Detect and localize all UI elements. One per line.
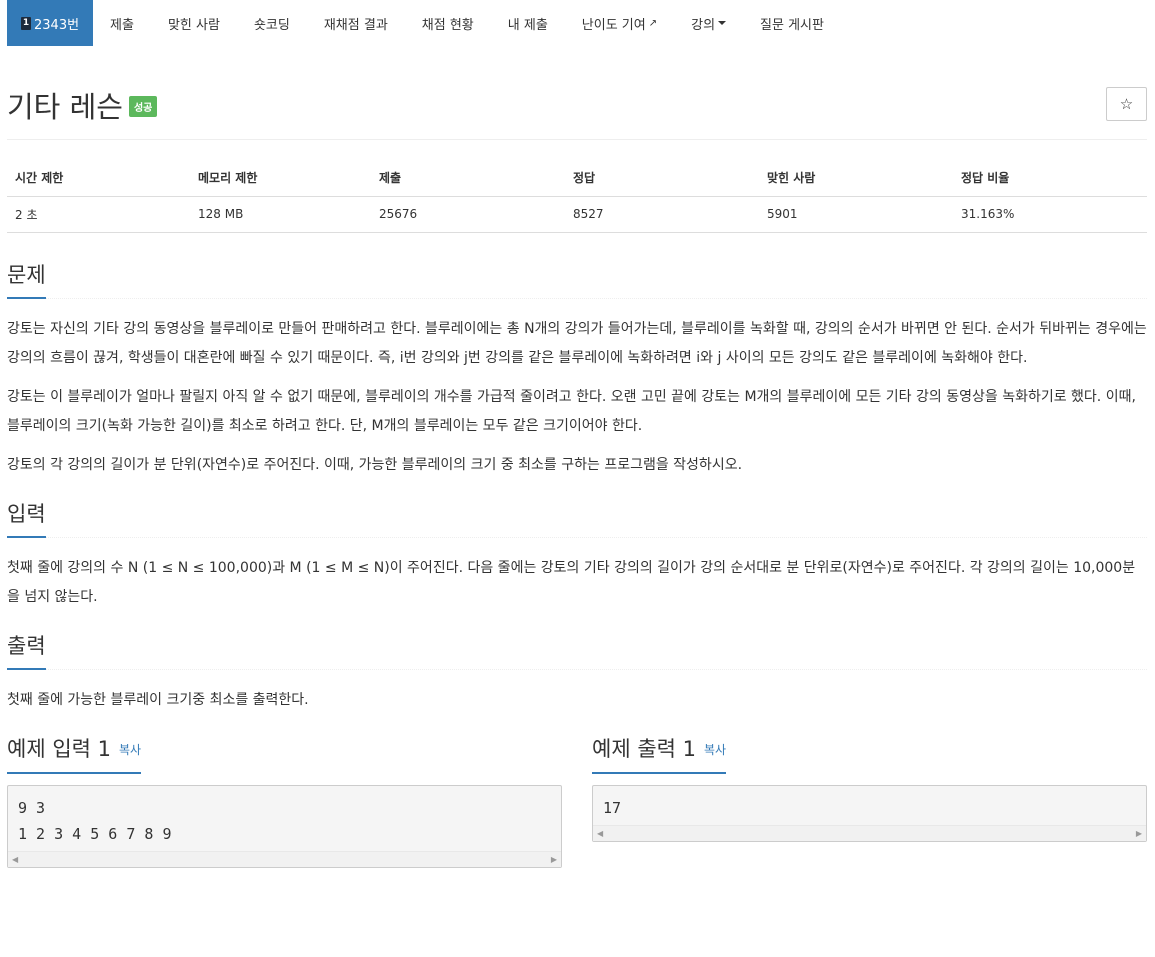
horizontal-scrollbar[interactable]: ◀ ▶ bbox=[593, 824, 1146, 841]
header-submissions: 제출 bbox=[371, 160, 565, 197]
submissions-value: 25676 bbox=[371, 196, 565, 233]
tab-status[interactable]: 채점 현황 bbox=[405, 0, 491, 46]
problem-section-header: 문제 bbox=[7, 255, 1147, 299]
ratio-value: 31.163% bbox=[953, 196, 1147, 233]
tier-icon: 1 bbox=[21, 16, 31, 30]
tab-shortcoding-label: 숏코딩 bbox=[253, 17, 290, 33]
external-link-icon: ↗ bbox=[648, 17, 658, 29]
input-description: 첫째 줄에 강의의 수 N (1 ≤ N ≤ 100,000)과 M (1 ≤ … bbox=[7, 559, 1136, 605]
accepted-value: 8527 bbox=[565, 196, 759, 233]
table-header-row: 시간 제한 메모리 제한 제출 정답 맞힌 사람 정답 비율 bbox=[7, 160, 1147, 197]
sample-output-box: 17 ◀ ▶ bbox=[592, 784, 1147, 842]
title-row: 기타 레슨 성공 ☆ bbox=[7, 46, 1147, 140]
sample-output-code: 17 bbox=[603, 798, 622, 817]
memory-limit-value: 128 MB bbox=[190, 196, 371, 233]
tab-difficulty-label: 난이도 기여 bbox=[581, 17, 646, 33]
copy-input-button[interactable]: 복사 bbox=[119, 743, 141, 757]
sample-output-heading: 예제 출력 1 복사 bbox=[592, 735, 727, 774]
status-badge: 성공 bbox=[128, 96, 158, 117]
input-section-header: 입력 bbox=[7, 494, 1147, 538]
solvers-value: 5901 bbox=[759, 196, 953, 233]
tab-lectures[interactable]: 강의 bbox=[674, 0, 743, 46]
scroll-right-icon[interactable]: ▶ bbox=[551, 855, 557, 864]
sample-output: 예제 출력 1 복사 17 ◀ ▶ bbox=[592, 729, 1147, 868]
scroll-left-icon[interactable]: ◀ bbox=[12, 855, 18, 864]
sample-output-header: 예제 출력 1 복사 bbox=[592, 729, 1147, 774]
time-limit-value: 2 초 bbox=[7, 196, 190, 233]
tab-solvers-label: 맞힌 사람 bbox=[167, 17, 220, 33]
sample-input-box: 9 3 1 2 3 4 5 6 7 8 9 ◀ ▶ bbox=[7, 784, 562, 868]
problem-paragraph: 강토는 자신의 기타 강의 동영상을 블루레이로 만들어 판매하려고 한다. 블… bbox=[7, 320, 1147, 366]
sample-input: 예제 입력 1 복사 9 3 1 2 3 4 5 6 7 8 9 ◀ ▶ bbox=[7, 729, 562, 868]
sample-input-title: 예제 입력 1 bbox=[7, 736, 111, 761]
header-memory-limit: 메모리 제한 bbox=[190, 160, 371, 197]
sample-input-heading: 예제 입력 1 복사 bbox=[7, 735, 142, 774]
copy-output-button[interactable]: 복사 bbox=[704, 743, 726, 757]
tab-board-label: 질문 게시판 bbox=[760, 17, 824, 33]
page-title: 기타 레슨 성공 bbox=[7, 84, 158, 126]
output-section-header: 출력 bbox=[7, 626, 1147, 670]
problem-info-table: 시간 제한 메모리 제한 제출 정답 맞힌 사람 정답 비율 2 초 128 M… bbox=[7, 160, 1147, 233]
header-accepted: 정답 bbox=[565, 160, 759, 197]
header-time-limit: 시간 제한 bbox=[7, 160, 190, 197]
tab-submit[interactable]: 제출 bbox=[93, 0, 151, 46]
output-heading: 출력 bbox=[7, 632, 46, 670]
tab-status-label: 채점 현황 bbox=[421, 17, 474, 33]
input-heading: 입력 bbox=[7, 500, 46, 538]
scroll-right-icon[interactable]: ▶ bbox=[1136, 829, 1142, 838]
problem-description: 강토는 자신의 기타 강의 동영상을 블루레이로 만들어 판매하려고 한다. 블… bbox=[7, 315, 1147, 480]
tab-board[interactable]: 질문 게시판 bbox=[743, 0, 841, 46]
tab-solvers[interactable]: 맞힌 사람 bbox=[151, 0, 237, 46]
tab-rejudge-label: 재채점 결과 bbox=[323, 17, 388, 33]
problem-paragraph: 강토의 각 강의의 길이가 분 단위(자연수)로 주어진다. 이때, 가능한 블… bbox=[7, 456, 743, 473]
sample-output-title: 예제 출력 1 bbox=[592, 736, 696, 761]
star-icon: ☆ bbox=[1119, 95, 1134, 113]
scroll-left-icon[interactable]: ◀ bbox=[597, 829, 603, 838]
horizontal-scrollbar[interactable]: ◀ ▶ bbox=[8, 850, 561, 867]
favorite-button[interactable]: ☆ bbox=[1106, 87, 1147, 121]
tab-problem-label: 2343번 bbox=[34, 17, 80, 33]
tab-shortcoding[interactable]: 숏코딩 bbox=[237, 0, 307, 46]
samples: 예제 입력 1 복사 9 3 1 2 3 4 5 6 7 8 9 ◀ ▶ 예제 출… bbox=[7, 729, 1147, 868]
problem-nav: 1 2343번 제출 맞힌 사람 숏코딩 재채점 결과 채점 현황 내 제출 난… bbox=[7, 0, 1147, 46]
tab-my-submissions-label: 내 제출 bbox=[507, 17, 548, 33]
table-row: 2 초 128 MB 25676 8527 5901 31.163% bbox=[7, 196, 1147, 233]
problem-title: 기타 레슨 bbox=[7, 90, 123, 124]
header-ratio: 정답 비율 bbox=[953, 160, 1147, 197]
sample-input-header: 예제 입력 1 복사 bbox=[7, 729, 562, 774]
page: 1 2343번 제출 맞힌 사람 숏코딩 재채점 결과 채점 현황 내 제출 난… bbox=[0, 0, 1155, 957]
output-description: 첫째 줄에 가능한 블루레이 크기중 최소를 출력한다. bbox=[7, 691, 309, 708]
tab-problem[interactable]: 1 2343번 bbox=[7, 0, 94, 46]
tab-difficulty[interactable]: 난이도 기여 ↗ bbox=[565, 0, 674, 46]
sample-input-code: 9 3 1 2 3 4 5 6 7 8 9 bbox=[18, 798, 172, 843]
tab-rejudge[interactable]: 재채점 결과 bbox=[307, 0, 405, 46]
tab-submit-label: 제출 bbox=[110, 17, 134, 33]
header-solvers: 맞힌 사람 bbox=[759, 160, 953, 197]
tab-lectures-label: 강의 bbox=[691, 17, 716, 33]
problem-paragraph: 강토는 이 블루레이가 얼마나 팔릴지 아직 알 수 없기 때문에, 블루레이의… bbox=[7, 388, 1136, 434]
tab-my-submissions[interactable]: 내 제출 bbox=[491, 0, 565, 46]
caret-down-icon bbox=[718, 21, 727, 25]
problem-heading: 문제 bbox=[7, 261, 46, 299]
